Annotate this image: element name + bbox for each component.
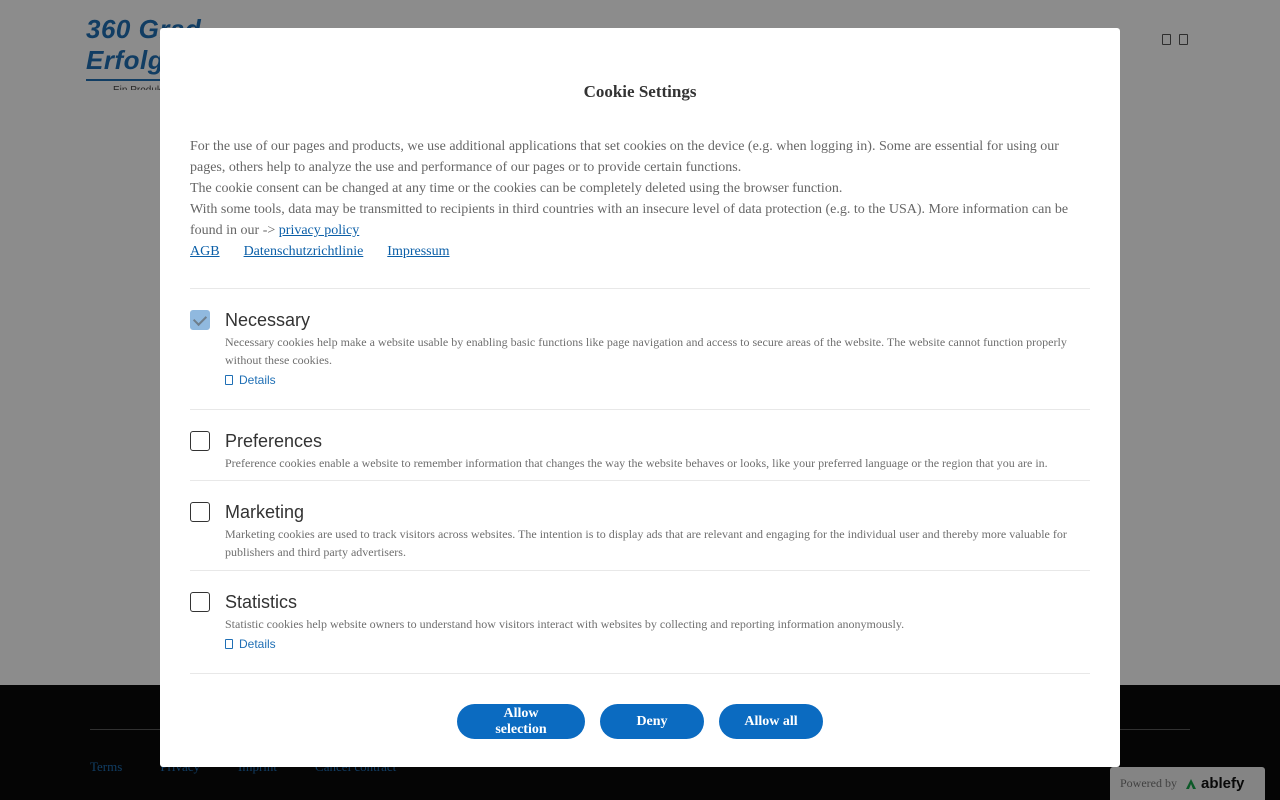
intro-paragraph-2: The cookie consent can be changed at any… bbox=[190, 181, 843, 196]
marketing-description: Marketing cookies are used to track visi… bbox=[225, 527, 1067, 559]
cookie-category-marketing: Marketing Marketing cookies are used to … bbox=[190, 480, 1090, 570]
preferences-label: Preferences bbox=[225, 431, 323, 451]
deny-button[interactable]: Deny bbox=[600, 704, 704, 739]
statistics-label: Statistics bbox=[225, 592, 298, 612]
modal-title: Cookie Settings bbox=[583, 82, 697, 101]
statistics-details-label: Details bbox=[239, 637, 276, 651]
marketing-checkbox[interactable] bbox=[190, 502, 210, 522]
privacy-policy-link[interactable]: privacy policy bbox=[279, 223, 359, 238]
intro-paragraph-3: With some tools, data may be transmitted… bbox=[190, 199, 1090, 241]
cookie-category-preferences: Preferences Preference cookies enable a … bbox=[190, 409, 1090, 480]
details-icon bbox=[225, 639, 233, 649]
necessary-label: Necessary bbox=[225, 310, 311, 330]
consent-buttons: Allow selection Deny Allow all bbox=[190, 704, 1090, 739]
necessary-details-label: Details bbox=[239, 373, 276, 387]
statistics-checkbox[interactable] bbox=[190, 592, 210, 612]
intro-paragraph-1: For the use of our pages and products, w… bbox=[190, 139, 1059, 175]
statistics-description: Statistic cookies help website owners to… bbox=[225, 617, 905, 631]
cookie-settings-modal: Cookie Settings For the use of our pages… bbox=[160, 28, 1120, 767]
modal-divider bbox=[190, 673, 1090, 674]
allow-selection-button[interactable]: Allow selection bbox=[457, 704, 585, 739]
datenschutz-link[interactable]: Datenschutzrichtlinie bbox=[244, 241, 364, 262]
cookie-category-necessary: Necessary Necessary cookies help make a … bbox=[190, 288, 1090, 409]
statistics-details-toggle[interactable]: Details bbox=[225, 637, 1090, 651]
preferences-description: Preference cookies enable a website to r… bbox=[225, 456, 1048, 470]
marketing-label: Marketing bbox=[225, 502, 305, 522]
cookie-intro: For the use of our pages and products, w… bbox=[190, 136, 1090, 262]
necessary-description: Necessary cookies help make a website us… bbox=[225, 335, 1067, 367]
necessary-checkbox[interactable] bbox=[190, 310, 210, 330]
cookie-category-statistics: Statistics Statistic cookies help websit… bbox=[190, 570, 1090, 673]
legal-links: AGB Datenschutzrichtlinie Impressum bbox=[190, 241, 1090, 262]
details-icon bbox=[225, 375, 233, 385]
necessary-details-toggle[interactable]: Details bbox=[225, 373, 1090, 387]
impressum-link[interactable]: Impressum bbox=[387, 241, 449, 262]
preferences-checkbox[interactable] bbox=[190, 431, 210, 451]
allow-all-button[interactable]: Allow all bbox=[719, 704, 823, 739]
agb-link[interactable]: AGB bbox=[190, 241, 220, 262]
